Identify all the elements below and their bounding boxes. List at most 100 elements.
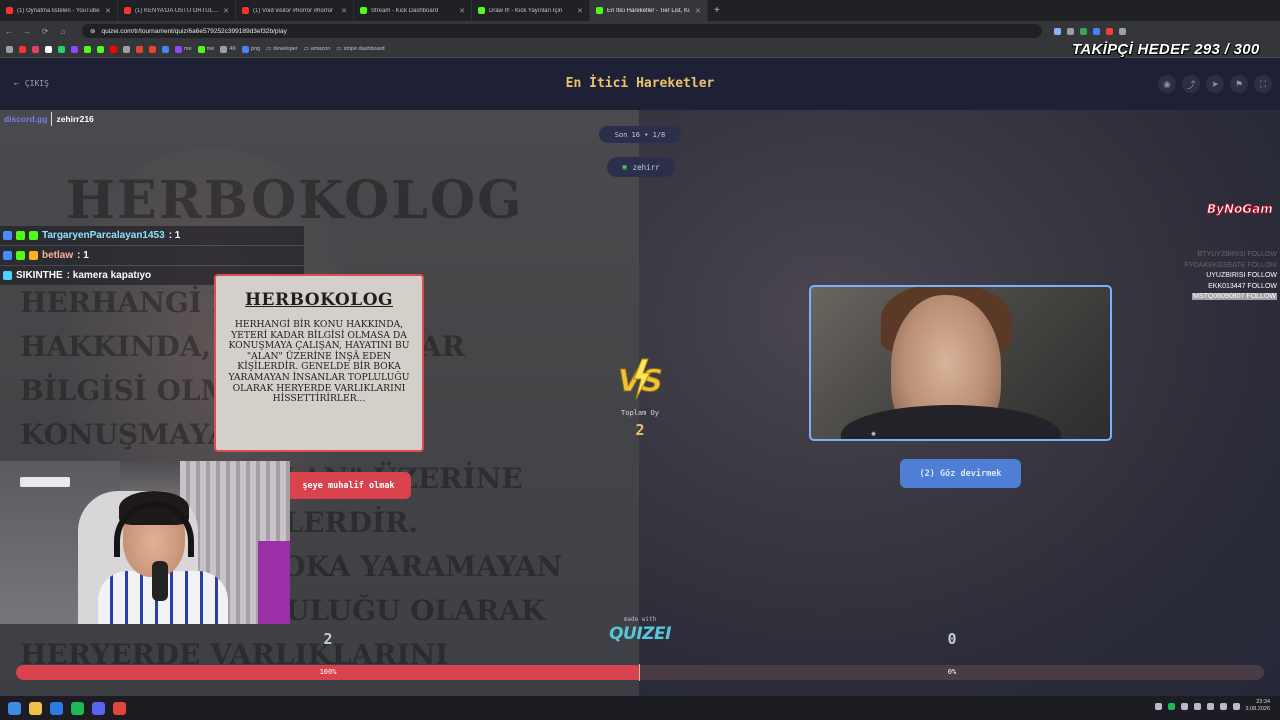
close-tab-icon[interactable]: ✕ [695, 7, 701, 15]
clock[interactable]: 23:34 3.08.2026 [1246, 699, 1270, 713]
bookmark-item[interactable] [58, 45, 65, 53]
tray-icon[interactable] [1193, 702, 1201, 710]
eye-icon[interactable]: ◉ [1158, 75, 1176, 93]
center-divider [639, 664, 640, 681]
windows-taskbar [0, 697, 1280, 720]
send-icon[interactable]: ➤ [1206, 75, 1224, 93]
tab-favicon-icon [242, 7, 249, 14]
tray-icon[interactable] [1154, 702, 1162, 710]
browser-tab[interactable]: (1) Oynatma listeleri - YouTube ✕ [0, 0, 118, 21]
left-percent-label: 100% [319, 668, 337, 676]
bookmark-item[interactable] [110, 45, 117, 53]
quizei-logo[interactable]: QUIZEI [600, 624, 680, 644]
bookmark-item[interactable] [149, 45, 156, 53]
site-info-icon[interactable]: ⊜ [90, 27, 95, 35]
option-right-image[interactable]: ✺ [809, 285, 1112, 441]
folder-icon: ▭ [336, 46, 342, 52]
bookmark-item[interactable] [71, 45, 78, 53]
extension-icon[interactable] [1080, 27, 1087, 35]
extension-icon[interactable] [1093, 27, 1100, 35]
extension-icon[interactable] [1067, 27, 1074, 35]
bookmark-item[interactable] [136, 45, 143, 53]
vote-left-button[interactable]: şeye muhalif olmak [286, 472, 411, 499]
bookmark-png[interactable]: png [242, 45, 260, 53]
header-actions: ◉ ⤴ ➤ ⚑ ⛶ [1158, 75, 1272, 93]
webcam-light [258, 541, 290, 624]
close-tab-icon[interactable]: ✕ [459, 7, 465, 15]
browser-tab[interactable]: Draw It! - Kick Yayınları İçin ✕ [472, 0, 590, 21]
network-icon[interactable] [1219, 702, 1227, 710]
chat-message: TargaryenParcalayan1453 : 1 [0, 226, 304, 245]
flag-icon[interactable]: ⚑ [1230, 75, 1248, 93]
kick-icon: ▣ [622, 163, 627, 171]
bookmark-stripe[interactable]: ▭ stripe dashboard [336, 46, 384, 52]
extensions-area [1054, 27, 1126, 35]
bookmark-item[interactable] [32, 45, 39, 53]
close-tab-icon[interactable]: ✕ [341, 7, 347, 15]
file-explorer-icon[interactable] [29, 702, 42, 715]
tab-label: Stream - Kick Dashboard [371, 7, 439, 14]
browser-tab-bar: (1) Oynatma listeleri - YouTube ✕ (1) KENY… [0, 0, 1280, 21]
bookmark-item[interactable] [19, 45, 26, 53]
windows-start-icon[interactable] [8, 702, 21, 715]
forward-icon[interactable]: → [18, 27, 36, 36]
back-icon[interactable]: ← [0, 27, 18, 36]
follow-entry: FYOAKEKGSEATE FOLLOW [1184, 261, 1277, 269]
fullscreen-icon[interactable]: ⛶ [1254, 75, 1272, 93]
reload-icon[interactable]: ⟳ [36, 27, 54, 36]
microphone-icon [152, 561, 168, 601]
bookmark-item[interactable] [162, 45, 169, 53]
bookmark-4k[interactable]: 4K [220, 45, 236, 53]
url-text: quizei.com/tr/tournament/quiz/6a6e579252… [101, 27, 287, 35]
divider [51, 112, 53, 126]
browser-tab[interactable]: Stream - Kick Dashboard ✕ [354, 0, 472, 21]
option-left-image[interactable]: HERBOKOLOG HERHANGİ BİR KONU HAKKINDA, Y… [214, 274, 424, 452]
total-votes-value: 2 [635, 421, 645, 439]
bookmark-item[interactable] [97, 45, 104, 53]
spotify-app-icon[interactable] [71, 702, 84, 715]
bookmark-item[interactable] [6, 45, 13, 53]
volume-icon[interactable] [1232, 702, 1240, 710]
close-tab-icon[interactable]: ✕ [223, 7, 229, 15]
tab-favicon-icon [6, 7, 13, 14]
user-pill: ▣ zehirr [607, 157, 675, 177]
tab-label: (1) Void visitor #horror #horror [253, 7, 334, 14]
new-tab-icon[interactable]: + [708, 5, 720, 16]
tray-icon[interactable] [1180, 702, 1188, 710]
page-title: En İtici Hareketler [565, 76, 715, 91]
chat-message: betlaw : 1 [0, 246, 304, 265]
browser-tab[interactable]: En İtici Hareketler - Tier List, Kı ✕ [590, 0, 708, 21]
close-tab-icon[interactable]: ✕ [577, 7, 583, 15]
badge-icon [29, 251, 38, 260]
obs-app-icon[interactable] [113, 702, 126, 715]
browser-app-icon[interactable] [50, 702, 63, 715]
tab-label: En İtici Hareketler - Tier List, Kı [607, 7, 690, 14]
bookmark-amazon[interactable]: ▭ amazon [304, 46, 331, 52]
extension-icon[interactable] [1106, 27, 1113, 35]
tray-icon[interactable] [1167, 702, 1175, 710]
bookmark-item[interactable] [45, 45, 52, 53]
tray-icon[interactable] [1206, 702, 1214, 710]
browser-tab[interactable]: (1) KENYA'DA ÜSTÜ ÖRTÜLEN ✕ [118, 0, 236, 21]
home-icon[interactable]: ⌂ [54, 27, 72, 36]
system-tray: 23:34 3.08.2026 [1154, 699, 1270, 713]
tab-label: (1) Oynatma listeleri - YouTube [17, 7, 100, 14]
discord-app-icon[interactable] [92, 702, 105, 715]
bookmark-me-1[interactable]: me [175, 45, 192, 53]
bookmark-me-2[interactable]: me [197, 45, 214, 53]
bookmark-item[interactable] [84, 45, 91, 53]
extension-icon[interactable] [1119, 27, 1126, 35]
share-icon[interactable]: ⤴ [1182, 75, 1200, 93]
close-tab-icon[interactable]: ✕ [105, 7, 111, 15]
tab-label: Draw It! - Kick Yayınları İçin [489, 7, 563, 14]
bookmark-item[interactable] [123, 45, 130, 53]
follow-entry: UYUZBIRISI FOLLOW [1206, 272, 1277, 279]
bookmark-developer[interactable]: ▭ developer [266, 46, 297, 52]
network-logo-icon: ✺ [871, 432, 877, 438]
vote-right-button[interactable]: (2) Göz devirmek [900, 459, 1021, 488]
svg-text:ByNoGam: ByNoGam [1207, 202, 1273, 216]
browser-tab[interactable]: (1) Void visitor #horror #horror ✕ [236, 0, 354, 21]
tab-label: (1) KENYA'DA ÜSTÜ ÖRTÜLEN [135, 7, 220, 14]
extension-icon[interactable] [1054, 27, 1061, 35]
url-field[interactable]: ⊜ quizei.com/tr/tournament/quiz/6a6e5792… [82, 24, 1042, 38]
